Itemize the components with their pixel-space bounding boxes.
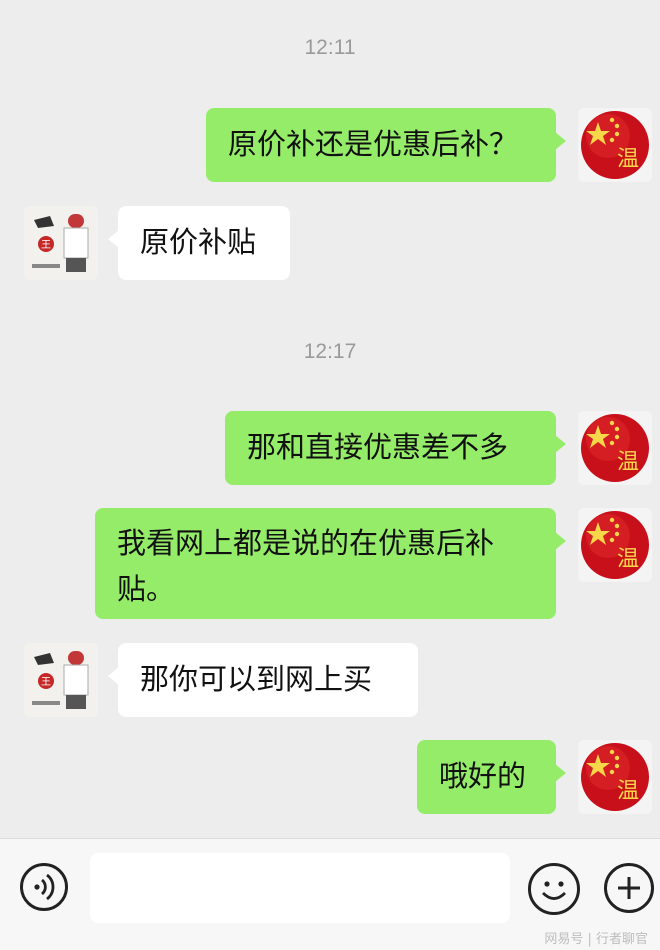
my-avatar[interactable]: 温 <box>578 508 652 582</box>
contact-avatar[interactable]: 王 <box>24 643 98 717</box>
timestamp: 12:11 <box>304 36 356 59</box>
message-bubble-received[interactable]: 原价补贴 <box>108 206 290 280</box>
svg-text:温: 温 <box>617 450 639 475</box>
more-button[interactable] <box>604 863 654 913</box>
my-avatar[interactable]: 温 <box>578 411 652 485</box>
svg-text:温: 温 <box>617 147 639 172</box>
contact-picture-icon: 王 <box>24 206 98 280</box>
message-input[interactable] <box>90 853 510 923</box>
plus-icon <box>618 877 640 899</box>
message-text: 哦好的 <box>439 759 527 793</box>
my-avatar[interactable]: 温 <box>578 108 652 182</box>
emoji-icon <box>542 881 566 900</box>
message-bubble-sent[interactable]: 原价补还是优惠后补？ <box>206 108 566 182</box>
message-text-continued: 贴。 <box>117 572 176 606</box>
message-bubble-sent[interactable]: 那和直接优惠差不多 <box>225 411 566 485</box>
svg-text:王: 王 <box>41 240 51 251</box>
chat-area[interactable]: 12:11 原价补还是优惠后补？ 温 王 原价补贴 12:17 那和直接优惠差不… <box>0 0 660 838</box>
timestamp: 12:17 <box>303 340 357 363</box>
message-text: 那你可以到网上买 <box>140 662 373 696</box>
flag-ball-icon: 温 <box>581 111 649 179</box>
voice-button[interactable] <box>20 863 68 911</box>
message-bubble-received[interactable]: 那你可以到网上买 <box>108 643 418 717</box>
message-text: 原价补还是优惠后补？ <box>228 127 519 161</box>
flag-ball-icon: 温 <box>581 743 649 811</box>
message-text: 我看网上都是说的在优惠后补 <box>117 526 495 560</box>
contact-picture-icon: 王 <box>24 643 98 717</box>
message-bubble-sent[interactable]: 我看网上都是说的在优惠后补 贴。 <box>95 508 566 619</box>
flag-ball-icon: 温 <box>581 511 649 579</box>
message-bubble-sent[interactable]: 哦好的 <box>417 740 566 814</box>
svg-text:王: 王 <box>41 677 51 688</box>
message-text: 原价补贴 <box>140 225 257 259</box>
my-avatar[interactable]: 温 <box>578 740 652 814</box>
flag-ball-icon: 温 <box>581 414 649 482</box>
watermark: 网易号 | 行者聊官 <box>544 932 648 947</box>
message-text: 那和直接优惠差不多 <box>247 430 509 464</box>
svg-text:温: 温 <box>617 779 639 804</box>
svg-text:温: 温 <box>617 547 639 572</box>
voice-icon <box>34 873 55 901</box>
contact-avatar[interactable]: 王 <box>24 206 98 280</box>
emoji-button[interactable] <box>528 863 580 915</box>
